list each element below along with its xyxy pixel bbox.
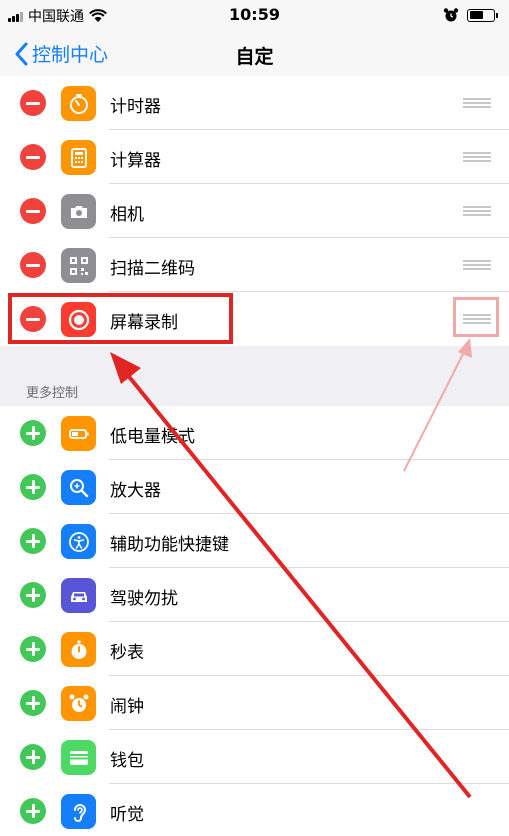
control-label: 放大器 (110, 481, 161, 501)
remove-control-button[interactable] (20, 198, 46, 224)
included-controls-list: 计时器计算器相机扫描二维码屏幕录制 (0, 76, 509, 346)
add-control-button[interactable] (20, 690, 46, 716)
screen-record-icon (61, 302, 96, 337)
control-label: 听觉 (110, 805, 144, 825)
remove-control-button[interactable] (20, 306, 46, 332)
add-control-button[interactable] (20, 474, 46, 500)
list-item: 驾驶勿扰 (0, 568, 509, 622)
control-label: 秒表 (110, 643, 144, 663)
control-label: 相机 (110, 205, 144, 225)
minus-icon (26, 263, 40, 267)
remove-control-button[interactable] (20, 252, 46, 278)
minus-icon (26, 155, 40, 159)
camera-icon (61, 194, 96, 229)
control-label: 辅助功能快捷键 (110, 535, 229, 555)
stopwatch-icon (61, 632, 96, 667)
minus-icon (26, 101, 40, 105)
control-label: 闹钟 (110, 697, 144, 717)
list-item: 听觉 (0, 784, 509, 836)
reorder-handle-icon[interactable] (463, 98, 491, 108)
ear-icon (61, 794, 96, 829)
battery-icon (61, 416, 96, 451)
reorder-handle-icon[interactable] (463, 314, 491, 324)
battery-fill (469, 11, 484, 19)
reorder-handle-icon[interactable] (463, 206, 491, 216)
page-title: 自定 (235, 46, 274, 68)
list-item: 屏幕录制 (0, 292, 509, 346)
alarm-icon (61, 686, 96, 721)
list-item: 低电量模式 (0, 406, 509, 460)
calculator-icon (61, 140, 96, 175)
remove-control-button[interactable] (20, 144, 46, 170)
red-arrow-head (110, 352, 141, 384)
control-label: 钱包 (110, 751, 144, 771)
list-item: 相机 (0, 184, 509, 238)
more-controls-list: 低电量模式放大器辅助功能快捷键 驾驶勿扰秒表闹钟钱包听觉 (0, 406, 509, 836)
add-control-button[interactable] (20, 636, 46, 662)
status-bar: 中国联通 10:59 (0, 0, 509, 30)
minus-icon (26, 317, 40, 321)
list-item: 辅助功能快捷键 (0, 514, 509, 568)
list-item: 闹钟 (0, 676, 509, 730)
magnifier-icon (61, 470, 96, 505)
reorder-handle-icon[interactable] (463, 152, 491, 162)
status-right (443, 7, 498, 23)
timer-icon (61, 86, 96, 121)
list-item: 计算器 (0, 130, 509, 184)
accessibility-icon (61, 524, 96, 559)
list-item: 扫描二维码 (0, 238, 509, 292)
list-item: 计时器 (0, 76, 509, 130)
section-header-more-controls: 更多控制 (26, 386, 79, 401)
navigation-bar: 控制中心 自定 (0, 30, 509, 80)
control-label: 扫描二维码 (110, 259, 195, 279)
list-item: 放大器 (0, 460, 509, 514)
alarm-clock-icon (443, 8, 459, 22)
control-label: 驾驶勿扰 (110, 589, 178, 609)
control-label: 计时器 (110, 97, 161, 117)
car-icon (61, 578, 96, 613)
reorder-handle-icon[interactable] (463, 260, 491, 270)
remove-control-button[interactable] (20, 90, 46, 116)
minus-icon (26, 209, 40, 213)
wallet-icon (61, 740, 96, 775)
add-control-button[interactable] (20, 420, 46, 446)
qr-code-icon (61, 248, 96, 283)
control-label: 计算器 (110, 151, 161, 171)
battery-icon (467, 8, 498, 22)
list-item: 钱包 (0, 730, 509, 784)
add-control-button[interactable] (20, 744, 46, 770)
control-label: 低电量模式 (110, 427, 195, 447)
add-control-button[interactable] (20, 528, 46, 554)
status-time: 10:59 (229, 5, 280, 24)
add-control-button[interactable] (20, 798, 46, 824)
list-item: 秒表 (0, 622, 509, 676)
control-label: 屏幕录制 (110, 313, 178, 333)
add-control-button[interactable] (20, 582, 46, 608)
